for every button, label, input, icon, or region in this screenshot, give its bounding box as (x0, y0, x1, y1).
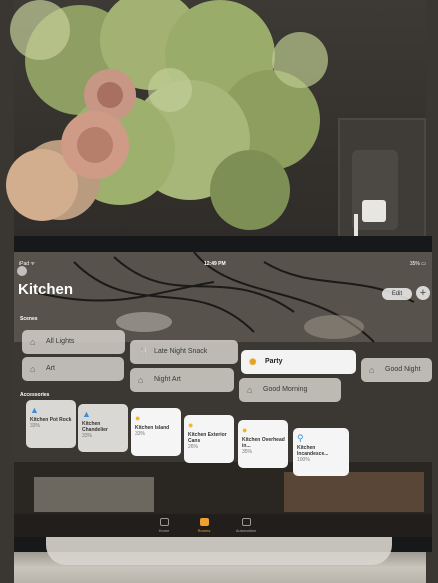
scene-good-night[interactable]: ⌂ Good Night (361, 358, 432, 382)
rooms-tab-icon (199, 518, 209, 526)
house-moon-icon: ⌂ (369, 365, 375, 375)
desk-lamp-icon: ⚲ (297, 433, 304, 443)
scene-art[interactable]: ⌂ Art (22, 357, 124, 381)
scenes-header: Scenes (20, 316, 38, 322)
edit-button[interactable]: Edit (382, 288, 412, 300)
fork-knife-icon: 🍴 (138, 347, 150, 357)
pot-rack-background (14, 252, 432, 537)
status-battery: 35% ▭ (409, 261, 426, 267)
bulb-icon: ● (188, 420, 194, 430)
accessory-status: 33% (30, 423, 41, 429)
accessory-name: Kitchen Incandesce... (297, 445, 329, 457)
scene-good-morning[interactable]: ⌂ Good Morning (239, 378, 341, 402)
tab-label: Home (158, 528, 170, 533)
house-icon: ⌂ (30, 337, 36, 347)
scene-night-art[interactable]: ⌂ Night Art (130, 368, 234, 392)
tab-rooms[interactable]: Rooms (184, 518, 224, 533)
party-popper-icon: ✺ (249, 357, 257, 367)
accessory-name: Kitchen Overhead in... (242, 437, 285, 449)
ipad-screen: iPad ᯤ 12:49 PM 35% ▭ Kitchen Edit + Sce… (14, 252, 432, 537)
house-icon: ⌂ (138, 375, 144, 385)
house-sun-icon: ⌂ (247, 385, 253, 395)
scene-label: All Lights (46, 338, 75, 345)
tab-label: Automation (235, 528, 257, 533)
scene-label: Night Art (154, 376, 181, 383)
accessory-status: 33% (135, 431, 146, 437)
accessory-name: Kitchen Exterior Cans (188, 432, 227, 444)
tab-bar: Home Rooms Automation (14, 514, 432, 537)
room-title: Kitchen (18, 281, 74, 298)
scene-late-night-snack[interactable]: 🍴 Late Night Snack (130, 340, 238, 364)
scene-label: Party (265, 358, 283, 365)
accessory-status: 33% (82, 433, 93, 439)
accessory-kitchen-incandescent[interactable]: ⚲ Kitchen Incandesce... 100% (293, 428, 349, 476)
pendant-lamp-icon: ▲ (82, 409, 91, 419)
bulb-icon: ● (242, 425, 248, 435)
status-time: 12:49 PM (204, 261, 226, 267)
accessory-kitchen-exterior-cans[interactable]: ● Kitchen Exterior Cans 26% (184, 415, 234, 463)
accessory-status: 100% (297, 457, 310, 463)
add-button[interactable]: + (416, 286, 430, 300)
accessory-kitchen-overhead[interactable]: ● Kitchen Overhead in... 35% (238, 420, 288, 468)
scene-all-lights[interactable]: ⌂ All Lights (22, 330, 125, 354)
scene-label: Late Night Snack (154, 348, 208, 355)
tab-home[interactable]: Home (144, 518, 184, 533)
home-tab-icon (159, 518, 169, 526)
bulb-icon: ● (135, 413, 141, 423)
scene-label: Good Morning (263, 386, 308, 393)
accessory-status: 26% (188, 444, 199, 450)
photo: iPad ᯤ 12:49 PM 35% ▭ Kitchen Edit + Sce… (0, 0, 438, 583)
ipad-case-edge (46, 537, 392, 565)
accessory-kitchen-island[interactable]: ● Kitchen Island 33% (131, 408, 181, 456)
home-location-button[interactable] (17, 266, 27, 276)
accessory-kitchen-pot-rock[interactable]: ▲ Kitchen Pot Rock 33% (26, 400, 76, 448)
accessories-header: Accessories (20, 392, 50, 398)
scene-party[interactable]: ✺ Party (241, 350, 356, 374)
automation-tab-icon (241, 518, 251, 526)
tab-automation[interactable]: Automation (226, 518, 266, 533)
scene-label: Good Night (385, 366, 421, 373)
house-icon: ⌂ (30, 364, 36, 374)
pendant-lamp-icon: ▲ (30, 405, 39, 415)
tab-label: Rooms (197, 528, 211, 533)
flower-bouquet (6, 0, 328, 230)
scene-label: Art (46, 365, 55, 372)
accessory-status: 35% (242, 449, 253, 455)
accessory-kitchen-chandelier[interactable]: ▲ Kitchen Chandelier 33% (78, 404, 128, 452)
accessory-name: Kitchen Chandelier (82, 421, 108, 433)
